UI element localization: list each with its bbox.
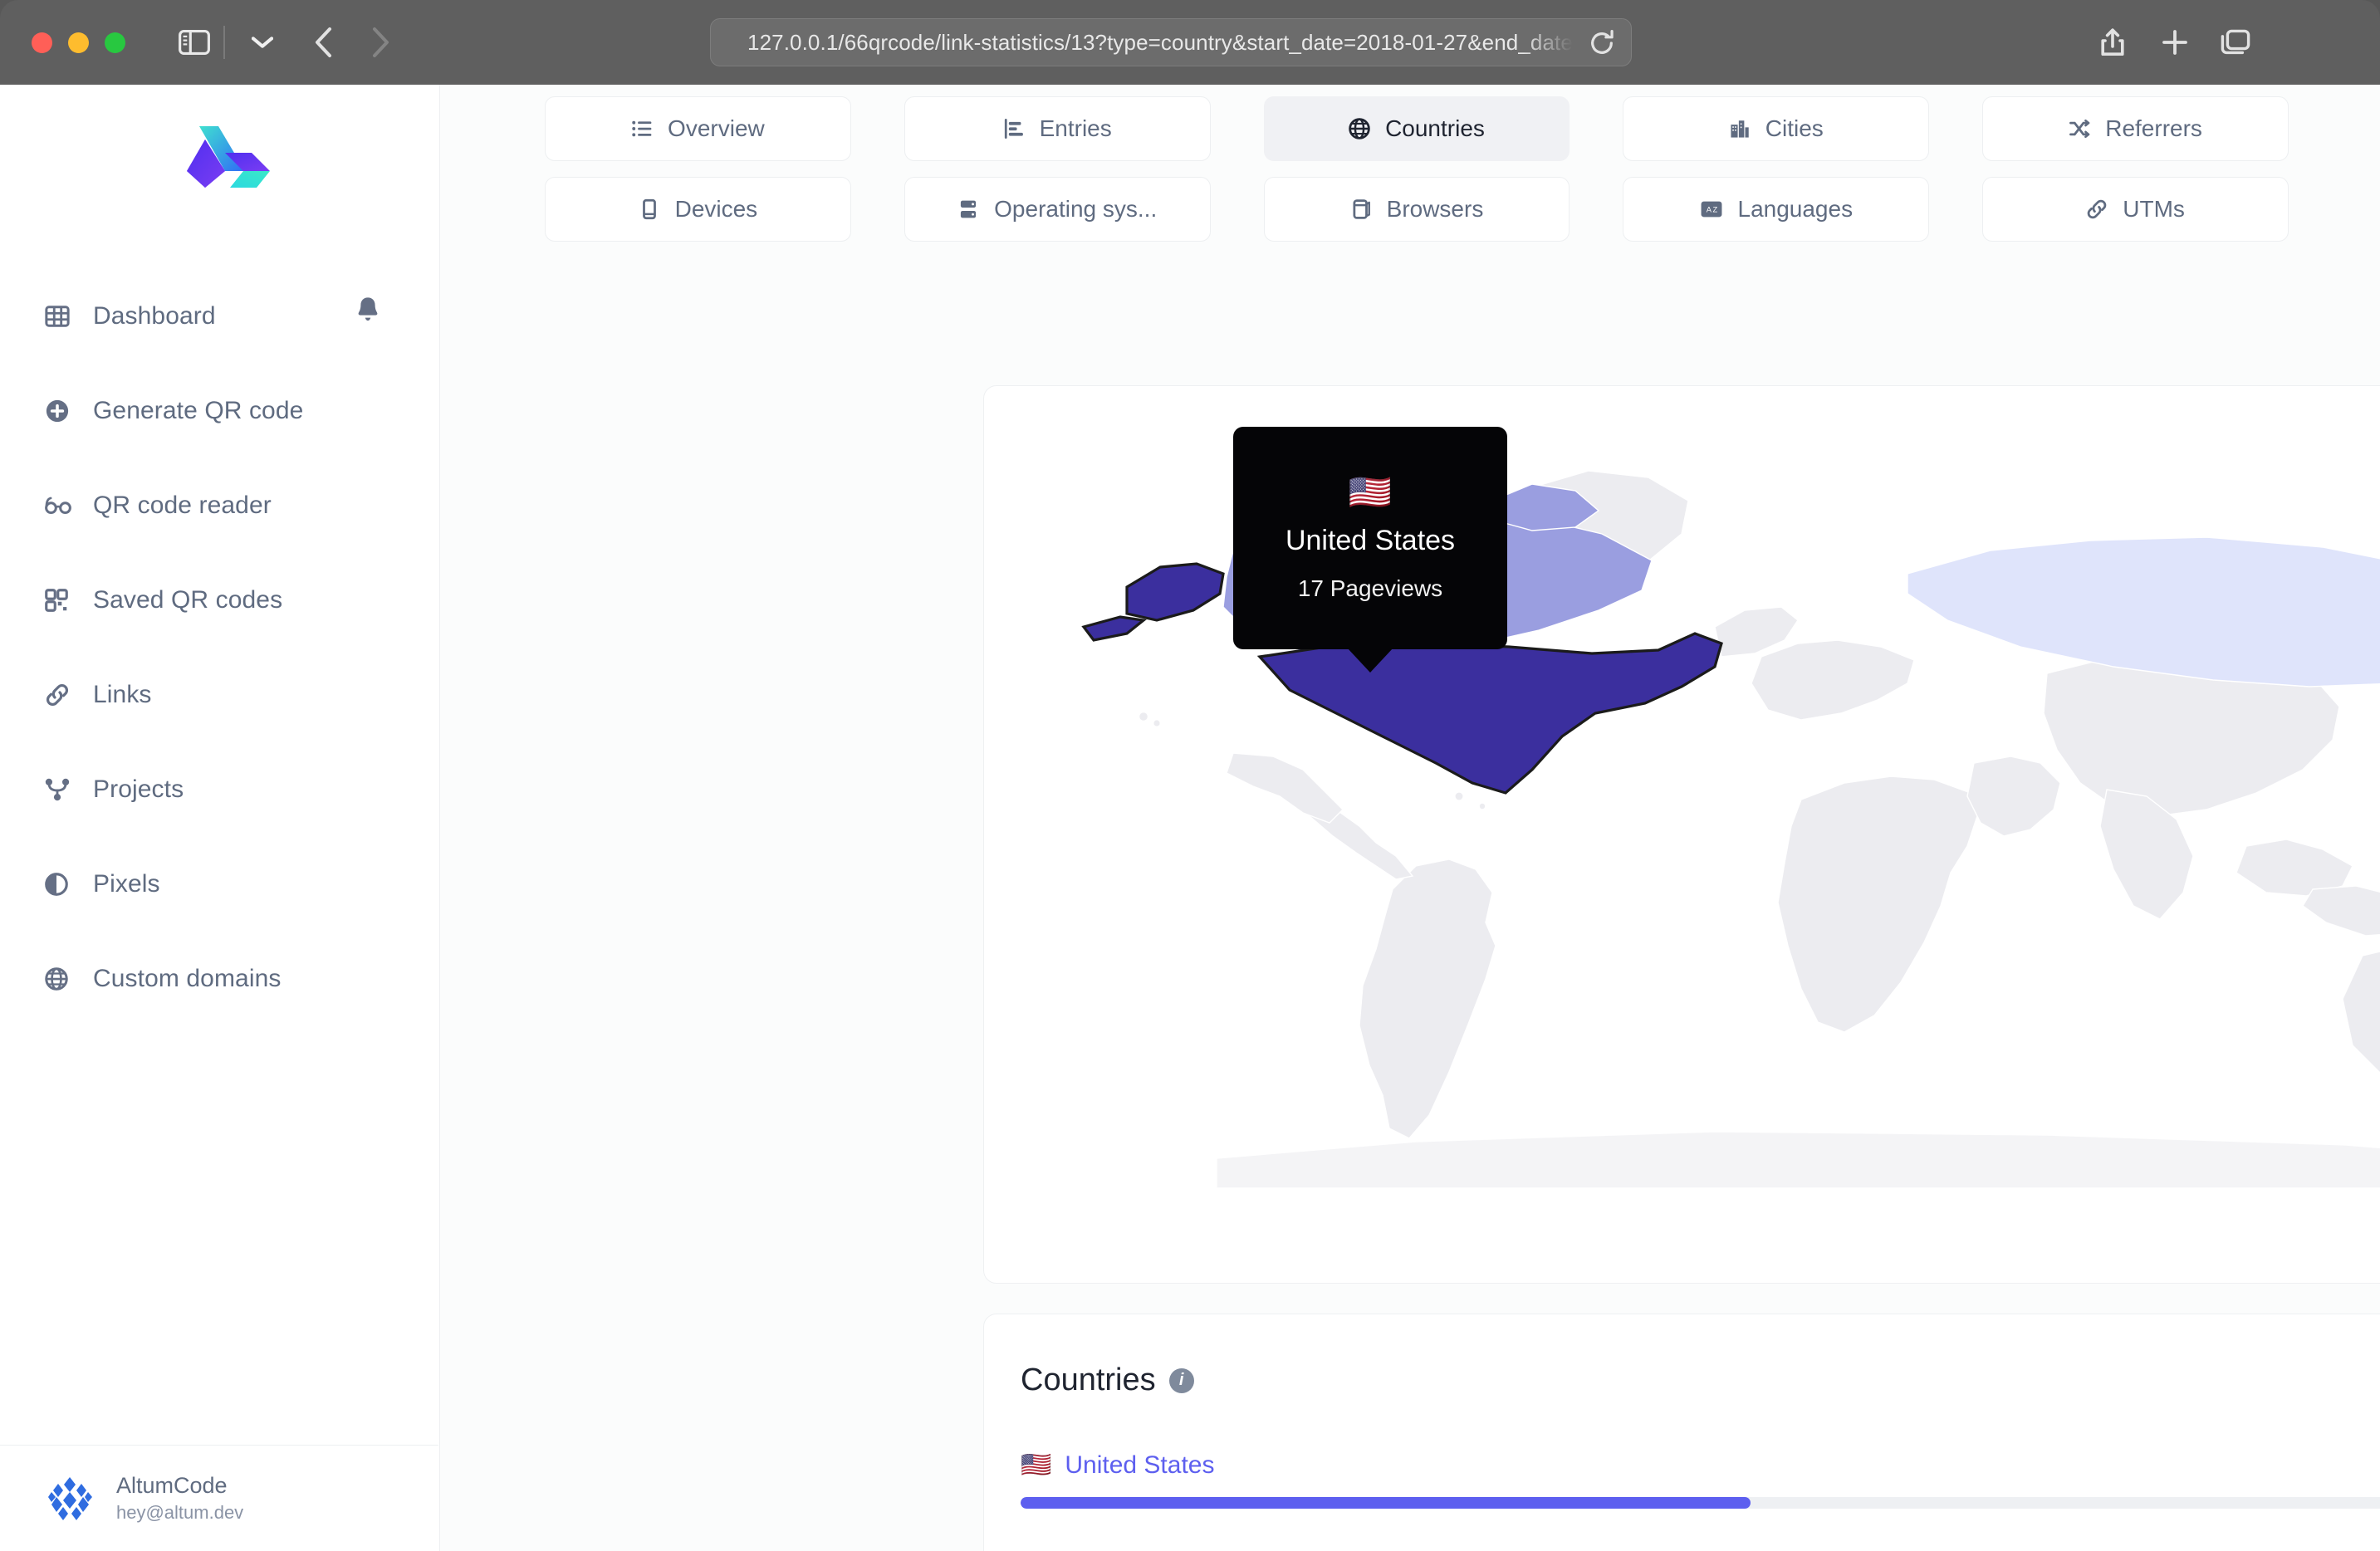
tab-countries[interactable]: Countries <box>1263 96 1570 161</box>
country-rows: 🇺🇸 United States 44% 17 🇨🇦 Canada <box>1021 1447 2380 1551</box>
sidebar-item-generate-qr-code[interactable]: Generate QR code <box>0 387 440 435</box>
reload-icon[interactable] <box>1588 29 1616 57</box>
sidebar-item-label: Dashboard <box>93 302 216 330</box>
tab-referrers[interactable]: Referrers <box>1982 96 2289 161</box>
page-title: Countries <box>1021 1363 1156 1397</box>
map-tooltip: 🇺🇸 United States 17 Pageviews <box>1233 427 1507 649</box>
sidebar: Dashboard Generate QR code QR code reade… <box>0 85 440 1551</box>
tooltip-pageviews: 17 Pageviews <box>1297 575 1443 601</box>
tab-label: Operating sys... <box>994 196 1158 222</box>
tab-entries[interactable]: Entries <box>904 96 1211 161</box>
info-icon[interactable]: i <box>1168 1368 1194 1393</box>
forward-icon[interactable] <box>363 23 399 61</box>
glasses-icon <box>45 495 78 516</box>
user-name: AltumCode <box>116 1472 228 1498</box>
link-icon <box>45 683 78 707</box>
sidebar-nav: Dashboard Generate QR code QR code reade… <box>0 292 440 1049</box>
tab-label: Cities <box>1765 115 1824 141</box>
sidebar-item-custom-domains[interactable]: Custom domains <box>0 955 440 1003</box>
tab-devices[interactable]: Devices <box>545 177 851 242</box>
tab-label: Referrers <box>2105 115 2202 141</box>
progress-fill <box>1021 1497 1751 1509</box>
sidebar-item-label: Projects <box>93 776 184 803</box>
qr-code-icon <box>45 589 78 612</box>
statistics-tab-bar: Overview Entries Countries Cities Referr… <box>545 96 2289 257</box>
country-row-top: 🇺🇸 United States 44% 17 <box>1021 1447 2380 1484</box>
world-map[interactable] <box>984 408 2380 1205</box>
sidebar-toggle-icon[interactable] <box>175 23 213 61</box>
tab-languages[interactable]: AZ Languages <box>1623 177 1930 242</box>
sidebar-item-qr-code-reader[interactable]: QR code reader <box>0 482 440 530</box>
back-icon[interactable] <box>305 23 341 61</box>
countries-header: Countries i <box>1021 1363 1194 1398</box>
window-traffic-lights <box>32 32 125 53</box>
svg-text:Z: Z <box>1712 206 1717 214</box>
tooltip-country-name: United States <box>1285 524 1456 556</box>
sidebar-item-projects[interactable]: Projects <box>0 766 440 814</box>
sidebar-item-pixels[interactable]: Pixels <box>0 860 440 908</box>
user-email: hey@altum.dev <box>116 1501 244 1523</box>
tab-overview[interactable]: Overview <box>545 96 851 161</box>
world-map-card: + − <box>983 385 2380 1284</box>
minimize-window-button[interactable] <box>68 32 89 53</box>
sidebar-item-links[interactable]: Links <box>0 671 440 719</box>
sidebar-item-dashboard[interactable]: Dashboard <box>0 292 440 340</box>
tab-label: Entries <box>1039 115 1112 141</box>
url-text: 127.0.0.1/66qrcode/link-statistics/13?ty… <box>747 29 1573 55</box>
main-content: Overview Entries Countries Cities Referr… <box>440 85 2380 1551</box>
altumcode-logo[interactable] <box>154 120 286 196</box>
grid-icon <box>45 304 78 329</box>
table-row[interactable]: 🇺🇸 United States 44% 17 <box>1021 1447 2380 1509</box>
tab-label: Browsers <box>1386 196 1484 222</box>
close-window-button[interactable] <box>32 32 52 53</box>
plus-circle-icon <box>45 399 78 423</box>
country-name-link[interactable]: United States <box>1065 1451 1214 1480</box>
tab-cities[interactable]: Cities <box>1623 96 1930 161</box>
sidebar-item-label: Saved QR codes <box>93 586 283 614</box>
plus-icon[interactable] <box>2157 23 2193 61</box>
tab-label: Countries <box>1385 115 1485 141</box>
tab-row-1: Overview Entries Countries Cities Referr… <box>545 96 2289 161</box>
tab-label: UTMs <box>2123 196 2185 222</box>
page-body: Dashboard Generate QR code QR code reade… <box>0 85 2380 1551</box>
half-circle-icon <box>45 873 78 896</box>
chrome-divider <box>223 26 225 59</box>
countries-panel: Countries i 🇺🇸 United States 44% 17 <box>983 1314 2380 1551</box>
tab-label: Devices <box>674 196 758 222</box>
chevron-down-icon[interactable] <box>248 23 277 61</box>
progress-track <box>1021 1497 2380 1509</box>
user-meta: AltumCode hey@altum.dev <box>116 1472 243 1524</box>
sidebar-item-label: Links <box>93 681 152 708</box>
tabs-overview-icon[interactable] <box>2216 23 2255 61</box>
sidebar-item-label: Custom domains <box>93 965 282 992</box>
browser-chrome: 127.0.0.1/66qrcode/link-statistics/13?ty… <box>0 0 2380 85</box>
url-bar[interactable]: 127.0.0.1/66qrcode/link-statistics/13?ty… <box>710 18 1632 66</box>
avatar <box>43 1471 96 1525</box>
tab-label: Overview <box>668 115 765 141</box>
globe-icon <box>45 967 78 991</box>
sidebar-item-label: Pixels <box>93 870 160 898</box>
user-footer[interactable]: AltumCode hey@altum.dev <box>0 1445 438 1551</box>
tab-label: Languages <box>1737 196 1854 222</box>
svg-text:A: A <box>1706 206 1712 214</box>
tab-utms[interactable]: UTMs <box>1982 177 2289 242</box>
flag-icon: 🇺🇸 <box>1348 472 1393 511</box>
maximize-window-button[interactable] <box>105 32 125 53</box>
sidebar-item-saved-qr-codes[interactable]: Saved QR codes <box>0 576 440 624</box>
share-icon[interactable] <box>2094 23 2131 61</box>
tab-row-2: Devices Operating sys... Browsers AZ Lan… <box>545 177 2289 242</box>
bell-icon[interactable] <box>355 296 380 328</box>
tab-browsers[interactable]: Browsers <box>1263 177 1570 242</box>
sidebar-item-label: QR code reader <box>93 492 272 519</box>
sitemap-icon <box>45 778 78 801</box>
sidebar-item-label: Generate QR code <box>93 397 304 424</box>
flag-icon: 🇺🇸 <box>1021 1451 1052 1479</box>
tab-operating-systems[interactable]: Operating sys... <box>904 177 1211 242</box>
